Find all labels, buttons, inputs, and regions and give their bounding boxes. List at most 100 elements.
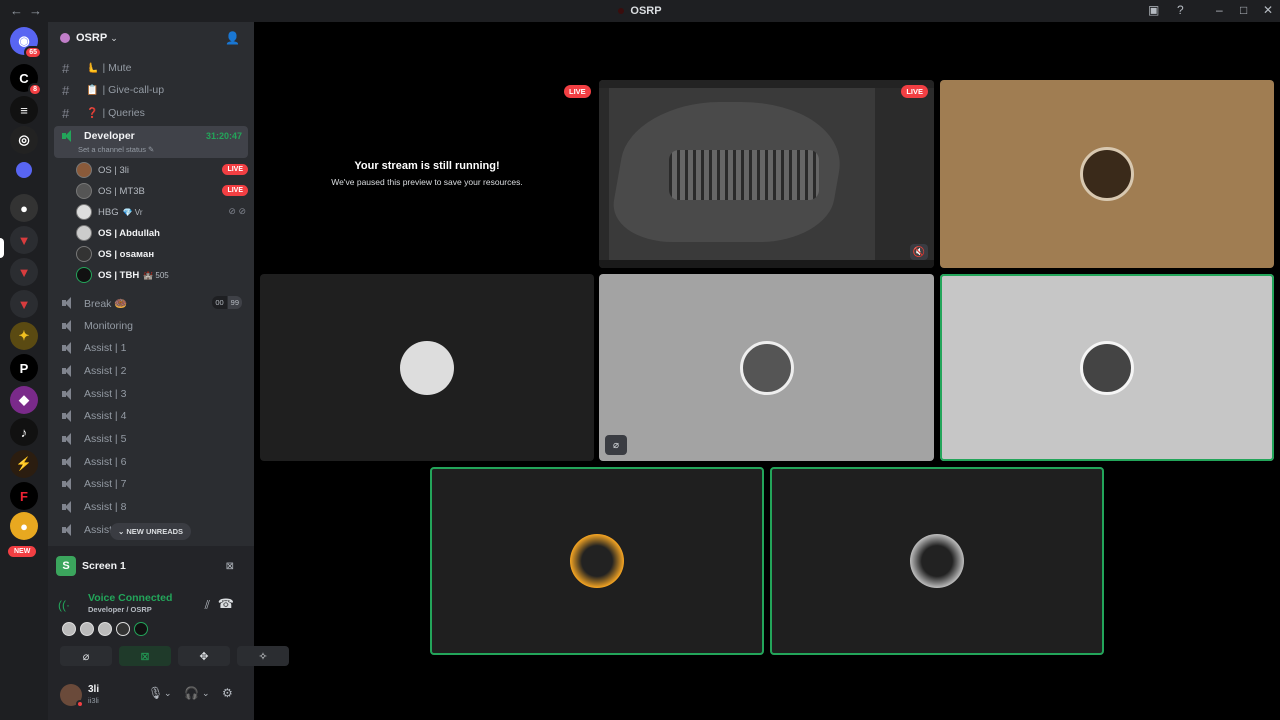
paused-title: Your stream is still running! — [354, 160, 500, 172]
server-icon-4[interactable]: ● — [10, 194, 38, 222]
server-icon-2[interactable]: ≡ — [10, 96, 38, 124]
new-badge[interactable]: NEW — [8, 546, 37, 557]
voice-user[interactable]: HBG 💎 Vr ⊘ ⊘ — [76, 202, 248, 222]
home-button[interactable]: ◉ 65 — [10, 27, 42, 59]
avatar — [400, 340, 454, 395]
voice-panel: S Screen 1 ⊠ ((· Voice Connected Develop… — [48, 546, 289, 720]
disconnect-icon[interactable]: ☎ — [218, 596, 234, 612]
channel-give-call-up[interactable]: # 📋 | Give-call-up — [54, 80, 248, 100]
server-icon-11[interactable]: ⚡ — [10, 450, 38, 478]
channel-assist-7[interactable]: Assist | 7 — [54, 474, 248, 494]
noise-suppression-icon[interactable]: ⫽ — [205, 598, 210, 613]
avatar — [76, 225, 92, 241]
voice-user[interactable]: OS | osaмaн — [76, 244, 248, 264]
maximize-icon[interactable]: □ — [1240, 3, 1247, 17]
server-badge-icon — [60, 33, 70, 43]
channel-assist-5[interactable]: Assist | 5 — [54, 429, 248, 449]
video-tile[interactable] — [430, 467, 764, 655]
microphone-icon[interactable]: 🎙 — [148, 686, 163, 700]
server-icon-1[interactable]: C8 — [10, 64, 42, 96]
avatar — [116, 622, 130, 636]
live-badge: LIVE — [222, 164, 248, 175]
channel-name: Assist | 6 — [84, 456, 127, 468]
server-icon-6[interactable]: ▼ — [10, 290, 38, 318]
channel-emoji: 📋 — [86, 84, 99, 96]
channel-queries[interactable]: # ❓ | Queries — [54, 103, 248, 123]
channel-monitoring[interactable]: Monitoring — [54, 316, 248, 336]
home-badge: 65 — [24, 46, 42, 59]
user-name[interactable]: 3li — [88, 684, 99, 695]
channel-mute[interactable]: # 🫷 | Mute — [54, 58, 248, 78]
camera-off-icon: ⌀ — [82, 650, 90, 663]
server-header[interactable]: OSRP ⌄ 👤 — [48, 22, 254, 54]
voice-user-name: OS | TBH — [98, 269, 140, 281]
activities-button[interactable]: ✥ — [178, 646, 230, 666]
hash-icon: # — [62, 60, 70, 76]
volume-muted-icon[interactable]: 🔇 — [910, 244, 928, 260]
server-icon-9[interactable]: ◆ — [10, 386, 38, 414]
server-rail: ◉ 65 C8 ≡ ◎ ● ▼ ▼ ▼ ✦ P ◆ ♪ ⚡ F ● NEW — [0, 22, 48, 720]
chevron-down-icon[interactable]: ⌄ — [164, 688, 172, 699]
channel-assist-6[interactable]: Assist | 6 — [54, 452, 248, 472]
server-icon-12[interactable]: F — [10, 482, 38, 510]
voice-user[interactable]: OS | TBH 🏰 505 — [76, 265, 248, 285]
avatar — [739, 340, 794, 395]
voice-icon — [62, 524, 76, 536]
invite-icon[interactable]: 👤 — [225, 31, 240, 45]
stop-stream-icon[interactable]: ⊠ — [226, 561, 234, 572]
channel-break[interactable]: Break 🍩 00 99 — [54, 293, 248, 313]
channel-assist-8[interactable]: Assist | 8 — [54, 497, 248, 517]
avatar — [62, 622, 76, 636]
screen-share-row[interactable]: S Screen 1 ⊠ — [56, 555, 246, 577]
active-server-pill — [0, 238, 4, 258]
channel-assist-3[interactable]: Assist | 3 — [54, 384, 248, 404]
channel-assist-2[interactable]: Assist | 2 — [54, 361, 248, 381]
server-icon-osrp[interactable]: ▼ — [10, 226, 38, 254]
channel-emoji: 🫷 — [86, 62, 99, 74]
server-icon-7[interactable]: ✦ — [10, 322, 38, 350]
window-title: OSRP — [0, 5, 1280, 17]
channel-assist-4[interactable]: Assist | 4 — [54, 406, 248, 426]
screen-share-icon: ⊠ — [140, 650, 150, 663]
channel-name: Assist | 4 — [84, 410, 127, 422]
server-icon-13[interactable]: ● — [10, 512, 38, 540]
server-icon-5[interactable]: ▼ — [10, 258, 38, 286]
video-tile[interactable]: ⌀ — [599, 274, 934, 461]
settings-gear-icon[interactable]: ⚙ — [222, 686, 233, 700]
headphones-icon[interactable]: 🎧 — [184, 686, 199, 700]
folder-icon[interactable] — [16, 162, 32, 178]
voice-user[interactable]: OS | Abdullah — [76, 223, 248, 243]
chevron-down-icon[interactable]: ⌄ — [202, 688, 210, 699]
voice-user[interactable]: OS | 3li LIVE — [76, 160, 248, 180]
video-tile[interactable] — [260, 274, 594, 461]
server-icon-8[interactable]: P — [10, 354, 38, 382]
minimize-icon[interactable]: – — [1216, 3, 1223, 17]
channel-status-prompt[interactable]: Set a channel status ✎ — [78, 145, 154, 154]
server-icon-3[interactable]: ◎ — [10, 126, 38, 154]
server-dot-icon — [618, 8, 625, 15]
server-icon-10[interactable]: ♪ — [10, 418, 38, 446]
channel-name: Assist | 1 — [84, 342, 127, 354]
new-unreads-button[interactable]: ⌄ NEW UNREADS — [110, 523, 192, 540]
stream-tile-blender[interactable]: LIVE 🔇 — [599, 80, 934, 268]
inbox-icon[interactable]: ▣ — [1148, 3, 1159, 17]
screen-share-button[interactable]: ⊠ — [119, 646, 171, 666]
voice-icon — [62, 320, 76, 332]
avatar — [1080, 147, 1134, 201]
channel-assist-1[interactable]: Assist | 1 — [54, 338, 248, 358]
video-tile[interactable] — [940, 80, 1274, 268]
video-tile[interactable] — [770, 467, 1104, 655]
activities-icon: ✥ — [199, 650, 209, 663]
close-icon[interactable]: ✕ — [1263, 3, 1273, 17]
help-icon[interactable]: ? — [1177, 3, 1184, 17]
voice-connected-label[interactable]: Voice Connected — [88, 592, 172, 604]
video-tile[interactable] — [940, 274, 1274, 461]
avatar — [76, 246, 92, 262]
car-grille-shape — [669, 150, 819, 200]
voice-user[interactable]: OS | MT3B LIVE — [76, 181, 248, 201]
stream-sidebar — [599, 88, 609, 260]
camera-button[interactable]: ⌀ — [60, 646, 112, 666]
voice-icon — [62, 342, 76, 354]
soundboard-button[interactable]: ✧ — [237, 646, 289, 666]
channel-developer[interactable]: Developer 31:20:47 Set a channel status … — [54, 126, 248, 158]
